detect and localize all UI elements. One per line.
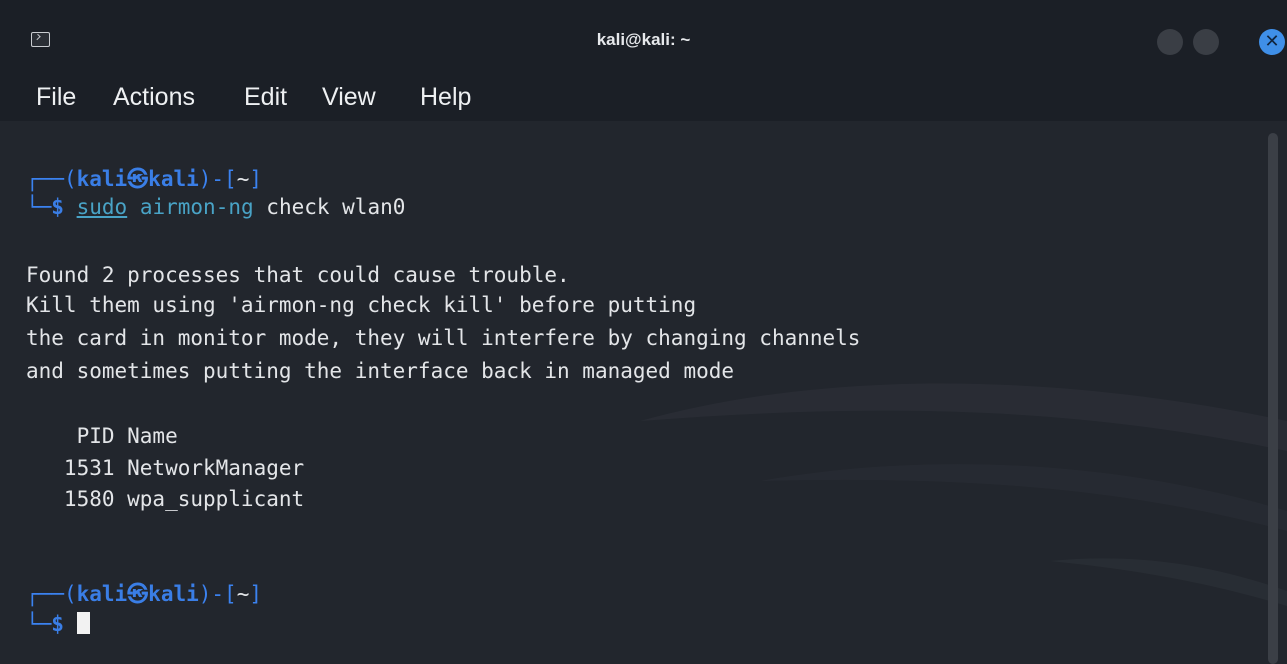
menu-file[interactable]: File (36, 83, 76, 112)
output-line: Kill them using 'airmon-ng check kill' b… (26, 293, 697, 317)
menu-help[interactable]: Help (420, 83, 471, 112)
prompt-line-1: ┌──(kali㉿kali)-[~] (26, 167, 262, 191)
terminal-window: kali@kali: ~ ✕ File Actions Edit View He… (0, 0, 1287, 664)
command-sudo: sudo (76, 195, 128, 219)
command-airmon: airmon-ng (139, 195, 254, 219)
title-bar[interactable]: kali@kali: ~ ✕ (0, 0, 1287, 73)
scrollbar[interactable] (1268, 133, 1278, 664)
command-line-2[interactable]: └─$ (26, 610, 90, 638)
text-cursor (76, 612, 90, 634)
prompt-user: kali (76, 167, 128, 191)
output-line: Found 2 processes that could cause troub… (26, 263, 570, 287)
output-line: and sometimes putting the interface back… (26, 359, 735, 383)
close-icon[interactable]: ✕ (1259, 29, 1285, 55)
command-line-1: └─$ sudo airmon-ng check wlan0 (26, 195, 406, 219)
process-row: 1580 wpa_supplicant (26, 487, 305, 511)
menu-actions[interactable]: Actions (113, 83, 195, 112)
prompt-line-2: ┌──(kali㉿kali)-[~] (26, 582, 262, 606)
menu-edit[interactable]: Edit (244, 83, 287, 112)
prompt-dir: ~ (236, 582, 250, 606)
window-title: kali@kali: ~ (596, 30, 691, 49)
menu-view[interactable]: View (322, 83, 376, 112)
process-table-header: PID Name (26, 424, 178, 448)
terminal-output[interactable]: ┌──(kali㉿kali)-[~] └─$ sudo airmon-ng ch… (0, 121, 1287, 664)
prompt-dir: ~ (236, 167, 250, 191)
command-args: check wlan0 (266, 195, 406, 219)
menu-bar: File Actions Edit View Help (0, 73, 1287, 121)
prompt-user: kali (76, 582, 128, 606)
output-line: the card in monitor mode, they will inte… (26, 326, 861, 350)
minimize-icon[interactable] (1157, 29, 1183, 55)
prompt-host: kali (148, 167, 199, 191)
process-row: 1531 NetworkManager (26, 456, 305, 480)
maximize-icon[interactable] (1193, 29, 1219, 55)
prompt-host: kali (148, 582, 199, 606)
